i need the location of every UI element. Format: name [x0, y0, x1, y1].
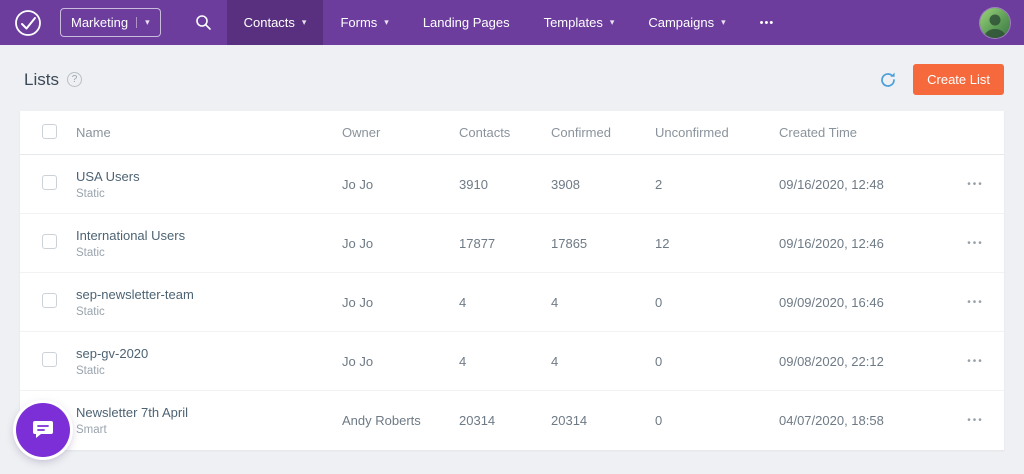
created-time-value: 04/07/2020, 18:58: [779, 413, 947, 428]
nav-item-campaigns[interactable]: Campaigns ▾: [631, 0, 742, 45]
lists-table: Name Owner Contacts Confirmed Unconfirme…: [20, 111, 1004, 450]
chat-widget-button[interactable]: [16, 403, 70, 457]
confirmed-value: 3908: [551, 177, 655, 192]
table-row: sep-newsletter-team Static Jo Jo 4 4 0 0…: [20, 273, 1004, 332]
nav-item-label: Templates: [544, 15, 603, 30]
table-row: USA Users Static Jo Jo 3910 3908 2 09/16…: [20, 155, 1004, 214]
user-avatar[interactable]: [980, 8, 1010, 38]
table-row: International Users Static Jo Jo 17877 1…: [20, 214, 1004, 273]
row-actions-button[interactable]: •••: [947, 415, 1004, 426]
nav-item-label: Landing Pages: [423, 15, 510, 30]
nav-item-forms[interactable]: Forms ▾: [323, 0, 405, 45]
help-icon[interactable]: ?: [67, 72, 82, 87]
owner-value: Andy Roberts: [342, 413, 459, 428]
owner-value: Jo Jo: [342, 236, 459, 251]
header-actions: Create List: [879, 64, 1004, 95]
list-name-link[interactable]: USA Users: [76, 169, 334, 184]
list-name-link[interactable]: International Users: [76, 228, 334, 243]
list-type-label: Static: [76, 365, 334, 377]
chat-bubble-icon: [31, 418, 55, 442]
row-checkbox[interactable]: [42, 234, 57, 249]
nav-item-contacts[interactable]: Contacts ▾: [227, 0, 324, 45]
confirmed-value: 4: [551, 354, 655, 369]
chevron-down-icon: ▾: [302, 17, 307, 28]
column-header-contacts: Contacts: [459, 125, 551, 140]
search-button[interactable]: [187, 0, 221, 45]
list-name-link[interactable]: Newsletter 7th April: [76, 405, 334, 420]
confirmed-value: 4: [551, 295, 655, 310]
row-actions-button[interactable]: •••: [947, 179, 1004, 190]
unconfirmed-value: 12: [655, 236, 779, 251]
chevron-down-icon: ▾: [610, 17, 615, 28]
nav-item-more[interactable]: •••: [743, 0, 792, 45]
row-actions-button[interactable]: •••: [947, 238, 1004, 249]
nav-item-templates[interactable]: Templates ▾: [527, 0, 632, 45]
owner-value: Jo Jo: [342, 295, 459, 310]
more-icon: •••: [760, 17, 775, 29]
contacts-value: 4: [459, 295, 551, 310]
contacts-value: 17877: [459, 236, 551, 251]
column-header-name: Name: [76, 125, 342, 140]
nav-item-landing-pages[interactable]: Landing Pages: [406, 0, 527, 45]
app-logo-icon[interactable]: [14, 9, 42, 37]
row-checkbox[interactable]: [42, 352, 57, 367]
page-title: Lists: [24, 70, 59, 90]
chevron-down-icon: ▾: [136, 17, 150, 28]
list-type-label: Static: [76, 306, 334, 318]
nav-item-label: Forms: [340, 15, 377, 30]
list-name-link[interactable]: sep-newsletter-team: [76, 287, 334, 302]
search-icon: [195, 14, 212, 31]
owner-value: Jo Jo: [342, 354, 459, 369]
owner-value: Jo Jo: [342, 177, 459, 192]
unconfirmed-value: 0: [655, 295, 779, 310]
contacts-value: 3910: [459, 177, 551, 192]
chevron-down-icon: ▾: [384, 17, 389, 28]
confirmed-value: 17865: [551, 236, 655, 251]
row-checkbox[interactable]: [42, 175, 57, 190]
table-row: Newsletter 7th April Smart Andy Roberts …: [20, 391, 1004, 450]
chevron-down-icon: ▾: [721, 17, 726, 28]
created-time-value: 09/16/2020, 12:48: [779, 177, 947, 192]
list-type-label: Smart: [76, 424, 334, 436]
contacts-value: 4: [459, 354, 551, 369]
created-time-value: 09/16/2020, 12:46: [779, 236, 947, 251]
refresh-icon[interactable]: [879, 71, 897, 89]
column-header-created-time: Created Time: [779, 125, 947, 140]
page-header: Lists ? Create List: [0, 45, 1024, 111]
unconfirmed-value: 2: [655, 177, 779, 192]
select-all-checkbox[interactable]: [42, 124, 57, 139]
nav-item-label: Campaigns: [648, 15, 714, 30]
list-type-label: Static: [76, 188, 334, 200]
column-header-unconfirmed: Unconfirmed: [655, 125, 779, 140]
created-time-value: 09/09/2020, 16:46: [779, 295, 947, 310]
main-navigation: Contacts ▾ Forms ▾ Landing Pages Templat…: [227, 0, 792, 45]
person-silhouette-icon: [980, 8, 1010, 38]
row-checkbox[interactable]: [42, 293, 57, 308]
row-actions-button[interactable]: •••: [947, 297, 1004, 308]
table-row: sep-gv-2020 Static Jo Jo 4 4 0 09/08/202…: [20, 332, 1004, 391]
list-type-label: Static: [76, 247, 334, 259]
product-switcher-button[interactable]: Marketing ▾: [60, 8, 161, 37]
list-name-link[interactable]: sep-gv-2020: [76, 346, 334, 361]
contacts-value: 20314: [459, 413, 551, 428]
product-switcher-label: Marketing: [71, 15, 128, 30]
column-header-confirmed: Confirmed: [551, 125, 655, 140]
table-header-row: Name Owner Contacts Confirmed Unconfirme…: [20, 111, 1004, 155]
nav-item-label: Contacts: [244, 15, 295, 30]
top-navbar: Marketing ▾ Contacts ▾ Forms ▾ Landing P…: [0, 0, 1024, 45]
row-actions-button[interactable]: •••: [947, 356, 1004, 367]
unconfirmed-value: 0: [655, 413, 779, 428]
created-time-value: 09/08/2020, 22:12: [779, 354, 947, 369]
column-header-owner: Owner: [342, 125, 459, 140]
confirmed-value: 20314: [551, 413, 655, 428]
unconfirmed-value: 0: [655, 354, 779, 369]
create-list-button[interactable]: Create List: [913, 64, 1004, 95]
